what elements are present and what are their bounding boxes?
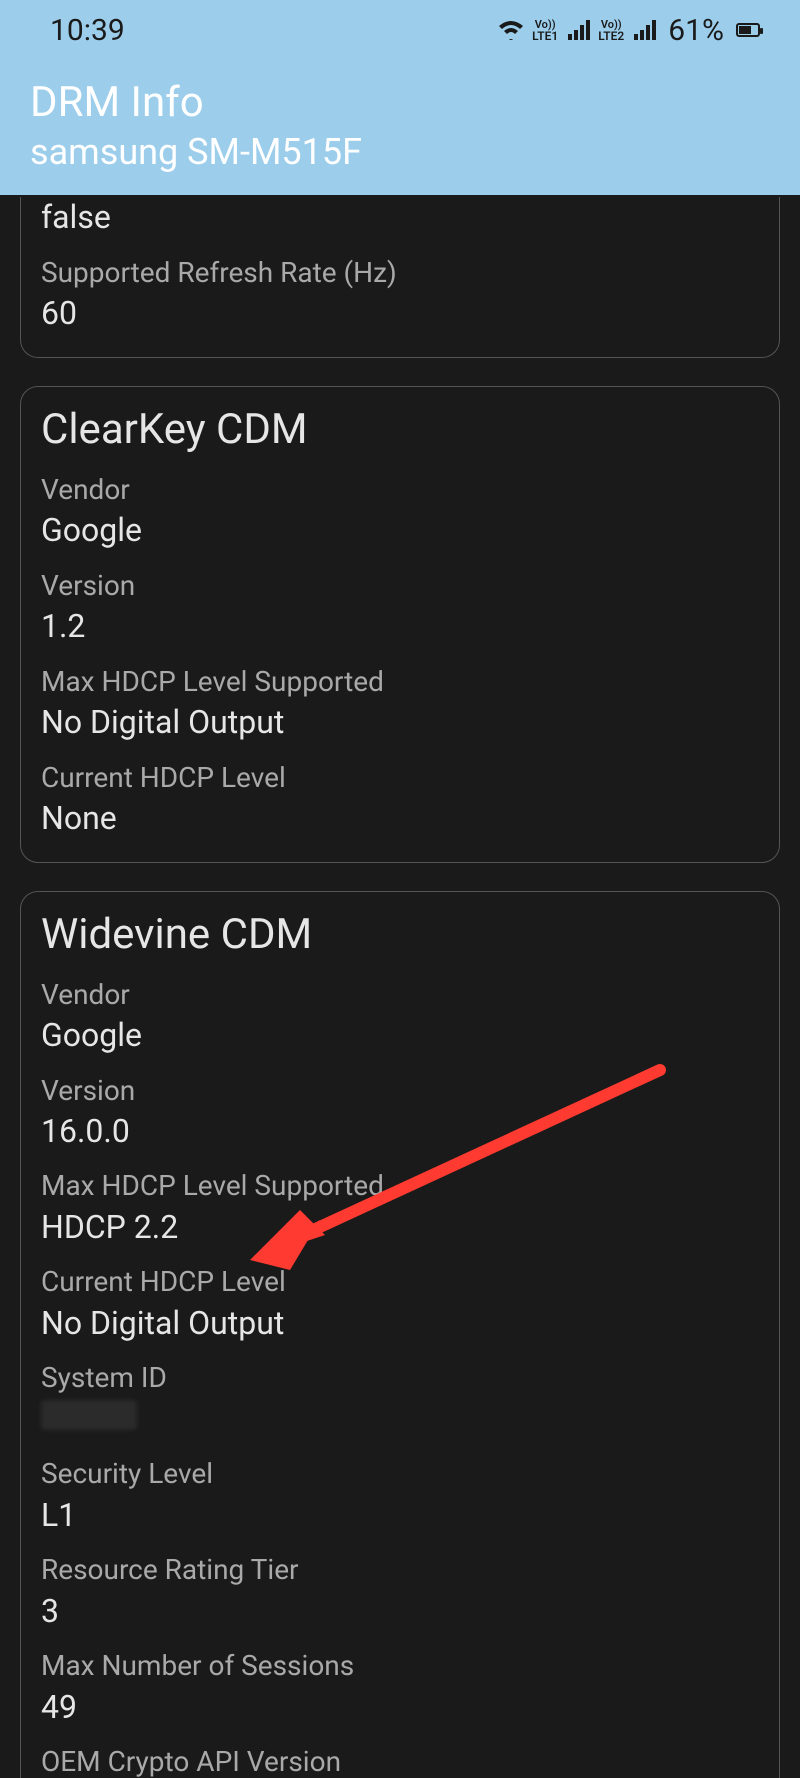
volte2-icon: Vo)) LTE2 — [598, 19, 624, 42]
card-title-clearkey: ClearKey CDM — [41, 405, 759, 454]
list-item: System ID — [41, 1360, 759, 1440]
status-time: 10:39 — [50, 13, 125, 48]
label-version: Version — [41, 568, 759, 604]
label-current-hdcp: Current HDCP Level — [41, 1264, 759, 1300]
label-max-hdcp: Max HDCP Level Supported — [41, 664, 759, 700]
value-current-hdcp: None — [41, 798, 759, 840]
card-clearkey-cdm: ClearKey CDM Vendor Google Version 1.2 M… — [20, 386, 780, 863]
list-item: Max HDCP Level Supported No Digital Outp… — [41, 664, 759, 744]
label-max-sessions: Max Number of Sessions — [41, 1648, 759, 1684]
list-item: Security Level L1 — [41, 1456, 759, 1536]
battery-percent: 61% — [668, 13, 724, 48]
volte1-icon: Vo)) LTE1 — [532, 19, 558, 42]
label-current-hdcp: Current HDCP Level — [41, 760, 759, 796]
list-item: Version 16.0.0 — [41, 1073, 759, 1153]
battery-icon — [736, 23, 760, 37]
status-indicators: Vo)) LTE1 Vo)) LTE2 61% — [498, 13, 760, 48]
value-vendor: Google — [41, 510, 759, 552]
label-refresh-rate: Supported Refresh Rate (Hz) — [41, 255, 759, 291]
list-item: Max HDCP Level Supported HDCP 2.2 — [41, 1168, 759, 1248]
signal2-icon — [634, 20, 656, 40]
list-item: OEM Crypto API Version 15 — [41, 1744, 759, 1778]
label-version: Version — [41, 1073, 759, 1109]
label-oem-crypto-api: OEM Crypto API Version — [41, 1744, 759, 1778]
card-title-widevine: Widevine CDM — [41, 910, 759, 959]
app-header: DRM Info samsung SM-M515F — [0, 60, 800, 195]
list-item: Vendor Google — [41, 472, 759, 552]
signal1-icon — [568, 20, 590, 40]
value-version: 1.2 — [41, 606, 759, 648]
wifi-icon — [498, 20, 524, 40]
list-item: Resource Rating Tier 3 — [41, 1552, 759, 1632]
label-security-level: Security Level — [41, 1456, 759, 1492]
value-current-hdcp: No Digital Output — [41, 1303, 759, 1345]
app-subtitle: samsung SM-M515F — [30, 131, 770, 173]
label-max-hdcp: Max HDCP Level Supported — [41, 1168, 759, 1204]
value-max-hdcp: HDCP 2.2 — [41, 1207, 759, 1249]
list-item: Max Number of Sessions 49 — [41, 1648, 759, 1728]
value-version: 16.0.0 — [41, 1111, 759, 1153]
scroll-content[interactable]: false Supported Refresh Rate (Hz) 60 Cle… — [0, 197, 800, 1778]
value-resource-rating-tier: 3 — [41, 1591, 759, 1633]
value-max-sessions: 49 — [41, 1687, 759, 1729]
list-item: false — [41, 197, 759, 239]
app-title: DRM Info — [30, 78, 770, 127]
value-vendor: Google — [41, 1015, 759, 1057]
status-bar: 10:39 Vo)) LTE1 Vo)) LTE2 61% — [0, 0, 800, 60]
value-security-level: L1 — [41, 1495, 759, 1537]
list-item: Current HDCP Level None — [41, 760, 759, 840]
list-item: Current HDCP Level No Digital Output — [41, 1264, 759, 1344]
list-item: Supported Refresh Rate (Hz) 60 — [41, 255, 759, 335]
label-system-id: System ID — [41, 1360, 759, 1396]
value-previous: false — [41, 197, 759, 239]
list-item: Version 1.2 — [41, 568, 759, 648]
value-system-id-redacted — [41, 1399, 759, 1441]
label-resource-rating-tier: Resource Rating Tier — [41, 1552, 759, 1588]
list-item: Vendor Google — [41, 977, 759, 1057]
card-widevine-cdm: Widevine CDM Vendor Google Version 16.0.… — [20, 891, 780, 1778]
value-max-hdcp: No Digital Output — [41, 702, 759, 744]
label-vendor: Vendor — [41, 472, 759, 508]
value-refresh-rate: 60 — [41, 293, 759, 335]
card-display-truncated: false Supported Refresh Rate (Hz) 60 — [20, 197, 780, 358]
label-vendor: Vendor — [41, 977, 759, 1013]
